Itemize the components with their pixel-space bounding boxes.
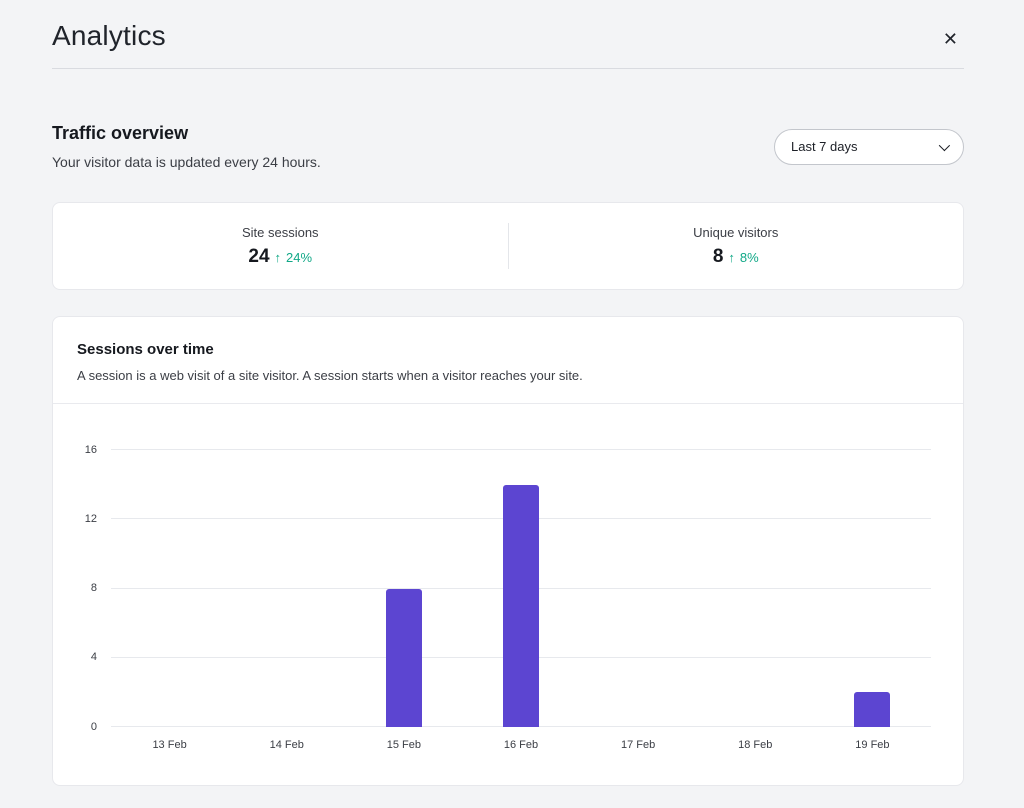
bar-column xyxy=(111,450,228,727)
y-tick-label: 4 xyxy=(91,651,97,663)
header-divider xyxy=(52,68,964,69)
stat-unique-visitors: Unique visitors 8 ↑ 8% xyxy=(509,225,964,268)
stat-value-row: 8 ↑ 8% xyxy=(713,246,759,268)
bar xyxy=(386,589,422,728)
stat-label: Unique visitors xyxy=(693,225,778,240)
y-tick-label: 12 xyxy=(85,513,97,525)
bar-column xyxy=(814,450,931,727)
x-tick-label: 16 Feb xyxy=(462,739,579,751)
x-tick-label: 17 Feb xyxy=(580,739,697,751)
chevron-down-icon xyxy=(939,139,950,150)
bar xyxy=(854,692,890,727)
stat-value: 24 xyxy=(248,246,269,268)
x-axis: 13 Feb14 Feb15 Feb16 Feb17 Feb18 Feb19 F… xyxy=(111,739,931,751)
bar-column xyxy=(462,450,579,727)
x-tick-label: 15 Feb xyxy=(345,739,462,751)
x-tick-label: 13 Feb xyxy=(111,739,228,751)
traffic-overview-text: Traffic overview Your visitor data is up… xyxy=(52,123,321,170)
sessions-bar-chart: 0481216 13 Feb14 Feb15 Feb16 Feb17 Feb18… xyxy=(53,404,963,785)
bars-row xyxy=(111,450,931,727)
y-tick-label: 8 xyxy=(91,582,97,594)
chart-title: Sessions over time xyxy=(77,341,939,358)
close-button[interactable]: ✕ xyxy=(937,24,964,54)
section-subtitle: Your visitor data is updated every 24 ho… xyxy=(52,154,321,170)
bar-column xyxy=(228,450,345,727)
chart-card-header: Sessions over time A session is a web vi… xyxy=(53,317,963,404)
x-tick-label: 18 Feb xyxy=(697,739,814,751)
stat-change: 8% xyxy=(740,250,759,265)
bar-column xyxy=(580,450,697,727)
bar-column xyxy=(345,450,462,727)
up-arrow-icon: ↑ xyxy=(275,250,282,265)
x-tick-label: 14 Feb xyxy=(228,739,345,751)
stat-value-row: 24 ↑ 24% xyxy=(248,246,312,268)
traffic-overview-header: Traffic overview Your visitor data is up… xyxy=(52,123,964,170)
x-tick-label: 19 Feb xyxy=(814,739,931,751)
stats-card: Site sessions 24 ↑ 24% Unique visitors 8… xyxy=(52,202,964,290)
stat-value: 8 xyxy=(713,246,724,268)
sessions-over-time-card: Sessions over time A session is a web vi… xyxy=(52,316,964,786)
page-title: Analytics xyxy=(52,20,166,52)
y-tick-label: 16 xyxy=(85,444,97,456)
panel-header: Analytics ✕ xyxy=(52,0,964,54)
chart-plot: 0481216 xyxy=(111,450,931,727)
up-arrow-icon: ↑ xyxy=(728,250,735,265)
stat-site-sessions: Site sessions 24 ↑ 24% xyxy=(53,225,508,268)
analytics-panel: Analytics ✕ Traffic overview Your visito… xyxy=(0,0,1024,786)
stat-label: Site sessions xyxy=(242,225,319,240)
stat-change: 24% xyxy=(286,250,312,265)
close-icon: ✕ xyxy=(943,29,958,49)
period-selector-dropdown[interactable]: Last 7 days xyxy=(774,129,964,165)
bar-column xyxy=(697,450,814,727)
chart-description: A session is a web visit of a site visit… xyxy=(77,368,939,383)
section-title: Traffic overview xyxy=(52,123,321,144)
y-tick-label: 0 xyxy=(91,721,97,733)
period-selector-value: Last 7 days xyxy=(791,139,858,154)
bar xyxy=(503,485,539,727)
